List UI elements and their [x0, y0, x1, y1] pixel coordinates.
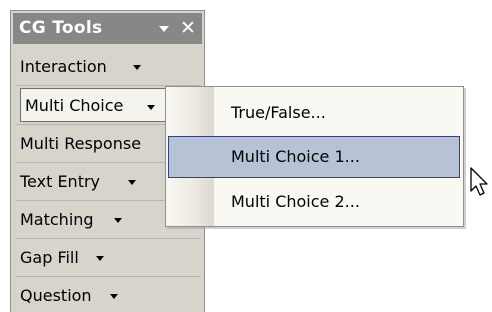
toolbar-item-label: Multi Choice — [25, 96, 124, 115]
toolbar-item-gap-fill[interactable]: Gap Fill — [13, 240, 202, 275]
toolbar-item-label: Matching — [20, 210, 94, 229]
toolbar-titlebar[interactable]: CG Tools ✕ — [13, 13, 202, 44]
toolbar-divider — [15, 276, 201, 277]
chevron-down-icon — [128, 180, 136, 185]
toolbar-item-multi-choice[interactable]: Multi Choice — [20, 88, 167, 122]
chevron-down-icon — [96, 256, 104, 261]
menu-item-label: True/False... — [231, 103, 326, 122]
toolbar-item-label: Question — [20, 286, 92, 305]
menu-item-multi-choice-2[interactable]: Multi Choice 2... — [168, 181, 460, 223]
chevron-down-icon — [133, 65, 141, 70]
toolbar-divider — [15, 238, 201, 239]
mouse-pointer-icon — [470, 167, 488, 196]
app-canvas: CG Tools ✕ Interaction Multi Choice Mult… — [0, 0, 492, 312]
toolbar-item-question[interactable]: Question — [13, 278, 202, 312]
toolbar-title: CG Tools — [19, 18, 103, 38]
multi-choice-dropdown-menu: True/False... Multi Choice 1... Multi Ch… — [165, 86, 464, 227]
chevron-down-icon — [114, 218, 122, 223]
chevron-down-icon[interactable] — [159, 26, 169, 32]
menu-item-multi-choice-1[interactable]: Multi Choice 1... — [168, 136, 460, 178]
menu-item-true-false[interactable]: True/False... — [168, 92, 460, 134]
chevron-down-icon — [110, 294, 118, 299]
toolbar-item-label: Gap Fill — [20, 248, 79, 267]
toolbar-item-label: Text Entry — [20, 172, 101, 191]
toolbar-item-label: Interaction — [20, 57, 107, 76]
close-icon[interactable]: ✕ — [178, 16, 198, 40]
chevron-down-icon — [147, 105, 155, 110]
toolbar-item-interaction[interactable]: Interaction — [13, 49, 202, 84]
toolbar-item-label: Multi Response — [20, 134, 142, 153]
menu-item-label: Multi Choice 2... — [231, 192, 360, 211]
menu-item-label: Multi Choice 1... — [231, 147, 360, 166]
